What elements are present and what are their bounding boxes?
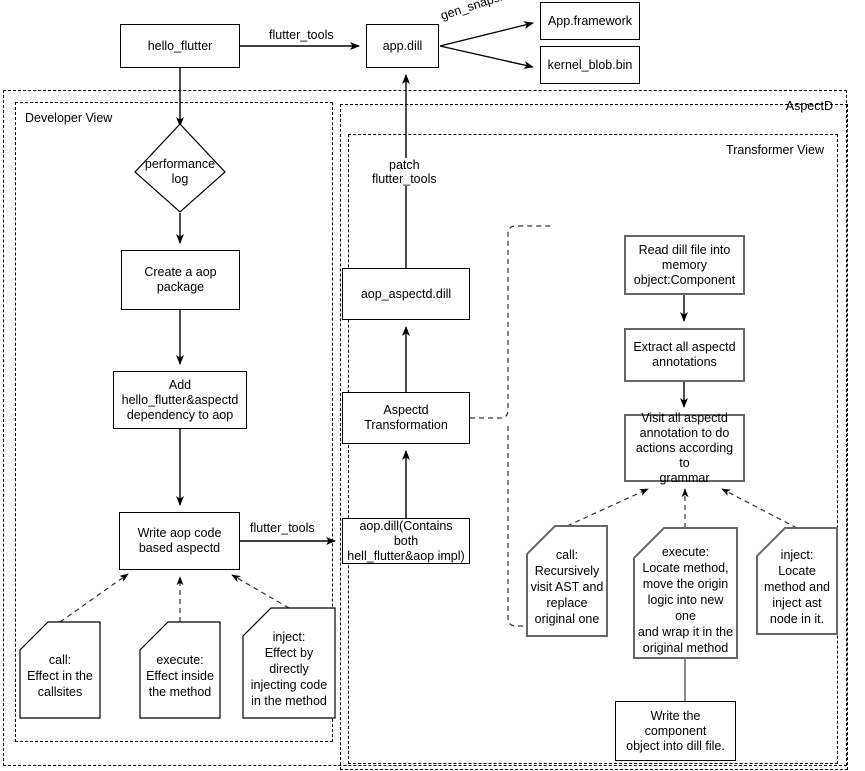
- note-execute-transformer[interactable]: execute: Locate method, move the origin …: [634, 542, 737, 659]
- node-aspectd-transformation-label: Aspectd Transformation: [364, 403, 448, 432]
- node-aspectd-transformation[interactable]: Aspectd Transformation: [342, 392, 470, 444]
- node-app-dill[interactable]: app.dill: [366, 24, 439, 68]
- node-hello-flutter[interactable]: hello_flutter: [120, 24, 240, 68]
- node-app-framework-label: App.framework: [547, 13, 633, 28]
- edge-label-gen-snapshot: gen_snapshot: [437, 0, 520, 24]
- node-add-dependency[interactable]: Add hello_flutter&aspectd dependency to …: [113, 371, 247, 429]
- node-add-dependency-label: Add hello_flutter&aspectd dependency to …: [121, 377, 239, 422]
- node-kernel-blob-bin[interactable]: kernel_blob.bin: [540, 46, 640, 84]
- node-aop-aspectd-dill[interactable]: aop_aspectd.dill: [342, 268, 470, 320]
- note-inject-developer-label: inject: Effect by directly injecting cod…: [250, 630, 328, 709]
- group-transformer-view-label: Transformer View: [723, 143, 827, 157]
- node-write-aop-code[interactable]: Write aop code based aspectd: [119, 512, 240, 570]
- node-app-dill-label: app.dill: [382, 38, 423, 53]
- node-write-component-label: Write the component object into dill fil…: [626, 708, 725, 753]
- note-inject-transformer-label: inject: Locate method and inject ast nod…: [763, 548, 831, 627]
- node-app-framework[interactable]: App.framework: [540, 2, 640, 40]
- node-extract-annotations[interactable]: Extract all aspectd annotations: [624, 328, 745, 382]
- note-call-developer-label: call: Effect in the callsites: [27, 653, 93, 700]
- node-read-dill-file-label: Read dill file into memory object:Compon…: [633, 242, 736, 287]
- node-write-component[interactable]: Write the component object into dill fil…: [615, 701, 736, 761]
- note-execute-developer[interactable]: execute: Effect inside the method: [140, 635, 220, 718]
- decision-performance-log-label: performance log: [144, 157, 216, 186]
- node-create-aop-package[interactable]: Create a aop package: [121, 250, 240, 310]
- node-create-aop-package-label: Create a aop package: [144, 265, 217, 294]
- group-transformer-view: Transformer View: [348, 134, 838, 764]
- note-call-transformer-label: call: Recursively visit AST and replace …: [530, 548, 604, 627]
- node-extract-annotations-label: Extract all aspectd annotations: [633, 340, 736, 369]
- node-aop-dill[interactable]: aop.dill(Contains both hell_flutter&aop …: [342, 518, 470, 564]
- note-inject-developer[interactable]: inject: Effect by directly injecting cod…: [243, 621, 335, 718]
- note-inject-transformer[interactable]: inject: Locate method and inject ast nod…: [757, 541, 837, 634]
- decision-performance-log[interactable]: performance log: [135, 132, 225, 212]
- edge-label-flutter-tools-top: flutter_tools: [267, 28, 336, 42]
- diagram-canvas: AspectD Developer View Transformer View: [0, 0, 865, 771]
- group-developer-view-label: Developer View: [22, 111, 116, 125]
- node-kernel-blob-bin-label: kernel_blob.bin: [547, 57, 633, 72]
- node-visit-annotations[interactable]: Visit all aspectd annotation to do actio…: [624, 411, 745, 485]
- node-hello-flutter-label: hello_flutter: [147, 38, 213, 53]
- note-call-developer[interactable]: call: Effect in the callsites: [20, 635, 100, 718]
- node-write-aop-code-label: Write aop code based aspectd: [137, 526, 222, 555]
- node-visit-annotations-label: Visit all aspectd annotation to do actio…: [635, 410, 734, 485]
- node-read-dill-file[interactable]: Read dill file into memory object:Compon…: [624, 235, 745, 295]
- note-execute-transformer-label: execute: Locate method, move the origin …: [637, 544, 734, 655]
- edge-label-patch-flutter-tools: patch flutter_tools: [370, 158, 439, 186]
- node-aop-dill-label: aop.dill(Contains both hell_flutter&aop …: [347, 518, 465, 563]
- note-execute-developer-label: execute: Effect inside the method: [146, 653, 214, 700]
- note-call-transformer[interactable]: call: Recursively visit AST and replace …: [527, 539, 607, 636]
- edge-label-flutter-tools-mid: flutter_tools: [248, 521, 317, 535]
- node-aop-aspectd-dill-label: aop_aspectd.dill: [360, 286, 452, 301]
